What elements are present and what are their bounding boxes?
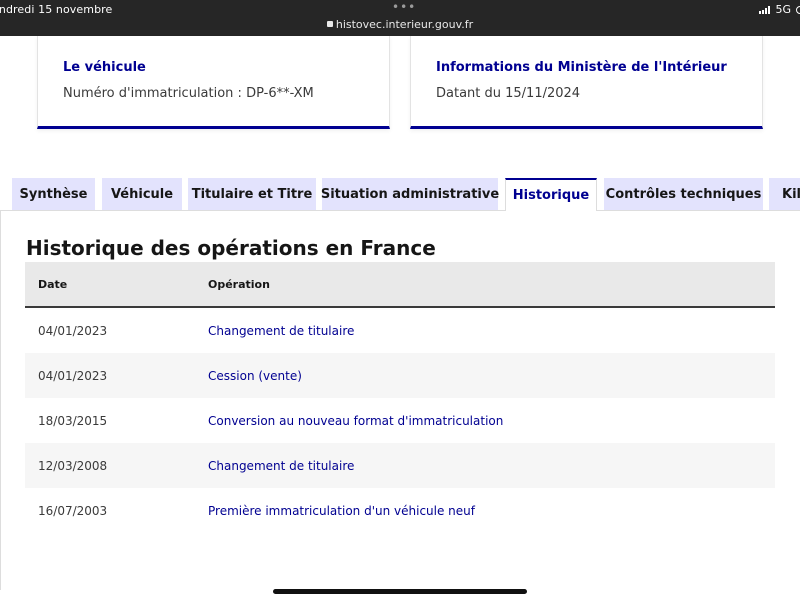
table-header: Date Opération <box>25 262 775 308</box>
row-date: 12/03/2008 <box>38 458 108 473</box>
tab-historique[interactable]: Historique <box>505 178 597 211</box>
table-row: 16/07/2003 Première immatriculation d'un… <box>25 488 775 533</box>
ministry-date-text: Datant du 15/11/2024 <box>436 86 581 101</box>
table-row: 04/01/2023 Cession (vente) <box>25 353 775 398</box>
tab-kilometrage[interactable]: Kilo <box>769 178 800 210</box>
ministry-card: Informations du Ministère de l'Intérieur… <box>410 36 763 129</box>
orientation-lock-icon <box>796 5 800 14</box>
column-header-operation: Opération <box>208 277 270 291</box>
home-indicator[interactable] <box>273 589 527 594</box>
history-table: Date Opération 04/01/2023 Changement de … <box>25 262 775 533</box>
more-dots-icon[interactable]: ••• <box>392 0 416 14</box>
browser-status-bar: endredi 15 novembre ••• histovec.interie… <box>0 0 800 36</box>
address-bar[interactable]: histovec.interieur.gouv.fr <box>0 18 800 31</box>
network-label: 5G <box>775 3 791 16</box>
signal-icon <box>759 5 771 14</box>
vehicle-registration-text: Numéro d'immatriculation : DP-6**-XM <box>63 86 314 101</box>
table-row: 12/03/2008 Changement de titulaire <box>25 443 775 488</box>
row-operation: Conversion au nouveau format d'immatricu… <box>208 413 504 428</box>
status-date: endredi 15 novembre <box>0 3 113 16</box>
ministry-card-title: Informations du Ministère de l'Intérieur <box>436 60 727 75</box>
status-indicators: 5G <box>759 3 800 16</box>
row-operation: Changement de titulaire <box>208 323 355 338</box>
row-date: 04/01/2023 <box>38 368 108 383</box>
vehicle-card-title: Le véhicule <box>63 60 146 75</box>
tab-controles-techniques[interactable]: Contrôles techniques <box>604 178 763 210</box>
vehicle-card: Le véhicule Numéro d'immatriculation : D… <box>37 36 390 129</box>
row-operation: Changement de titulaire <box>208 458 355 473</box>
row-date: 04/01/2023 <box>38 323 108 338</box>
url-text: histovec.interieur.gouv.fr <box>335 18 474 31</box>
row-date: 16/07/2003 <box>38 503 108 518</box>
column-header-date: Date <box>38 277 68 291</box>
tab-titulaire-titre[interactable]: Titulaire et Titre <box>188 178 316 210</box>
table-row: 18/03/2015 Conversion au nouveau format … <box>25 398 775 443</box>
tab-vehicule[interactable]: Véhicule <box>102 178 182 210</box>
page-title: Historique des opérations en France <box>26 236 436 260</box>
table-row: 04/01/2023 Changement de titulaire <box>25 308 775 353</box>
lock-icon <box>326 21 333 27</box>
tab-synthese[interactable]: Synthèse <box>12 178 95 210</box>
tab-situation-administrative[interactable]: Situation administrative <box>321 178 499 210</box>
row-operation: Cession (vente) <box>208 368 302 383</box>
tab-bar: Synthèse Véhicule Titulaire et Titre Sit… <box>12 178 800 211</box>
row-operation: Première immatriculation d'un véhicule n… <box>208 503 475 518</box>
row-date: 18/03/2015 <box>38 413 108 428</box>
